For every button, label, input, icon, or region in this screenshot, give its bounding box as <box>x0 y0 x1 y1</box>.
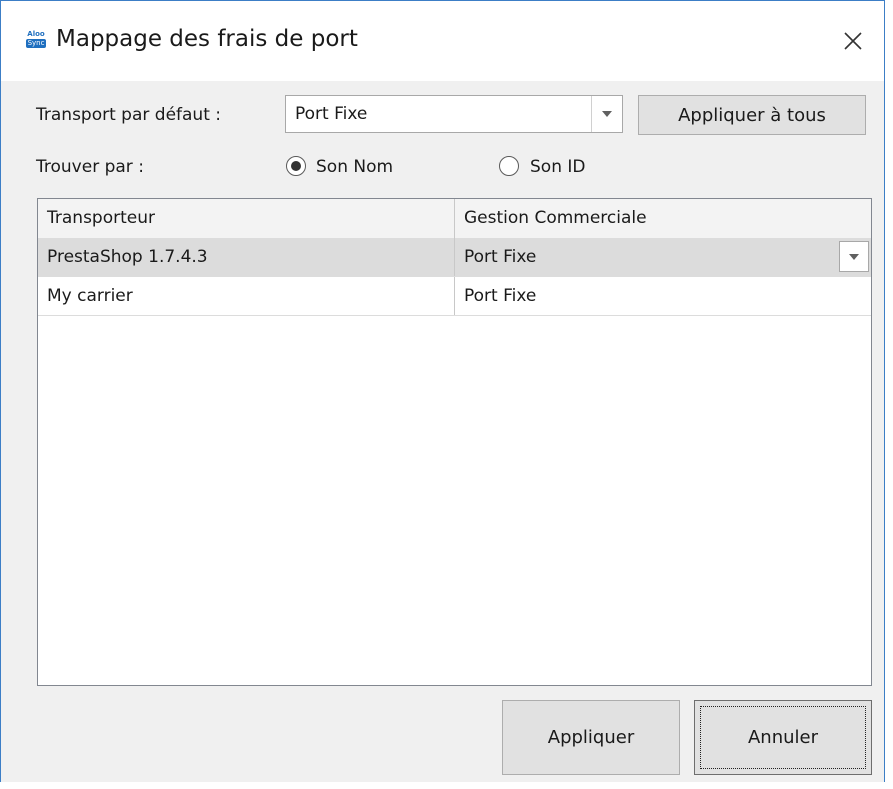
default-transport-select[interactable]: Port Fixe <box>285 95 623 133</box>
carrier-cell: PrestaShop 1.7.4.3 <box>47 247 208 267</box>
radio-selected-dot <box>291 161 301 171</box>
chevron-down-icon[interactable] <box>839 241 869 272</box>
radio-by-id-label[interactable]: Son ID <box>530 157 585 177</box>
table-header: Transporteur Gestion Commerciale <box>38 199 871 239</box>
column-header-carrier[interactable]: Transporteur <box>47 208 155 228</box>
logo-text-bottom: Sync <box>25 38 47 48</box>
column-divider <box>454 277 455 315</box>
find-by-label: Trouver par : <box>36 157 144 177</box>
table-row[interactable]: PrestaShop 1.7.4.3 Port Fixe <box>38 238 871 277</box>
carrier-mapping-table: Transporteur Gestion Commerciale PrestaS… <box>37 198 872 686</box>
radio-by-name-label[interactable]: Son Nom <box>316 157 393 177</box>
close-icon[interactable] <box>841 29 865 53</box>
apply-all-button[interactable]: Appliquer à tous <box>638 95 866 135</box>
dialog-window: Aloo Sync Mappage des frais de port Tran… <box>0 0 885 782</box>
default-transport-label: Transport par défaut : <box>36 105 221 125</box>
cancel-button[interactable]: Annuler <box>694 700 872 775</box>
window-title: Mappage des frais de port <box>56 26 358 52</box>
column-divider <box>454 238 455 276</box>
app-logo-icon: Aloo Sync <box>25 28 47 50</box>
table-row[interactable]: My carrier Port Fixe <box>38 277 871 316</box>
mapping-cell[interactable]: Port Fixe <box>464 247 536 267</box>
radio-by-name[interactable] <box>286 156 306 176</box>
logo-text-top: Aloo <box>27 29 45 38</box>
column-header-mapping[interactable]: Gestion Commerciale <box>464 208 647 228</box>
default-transport-value: Port Fixe <box>295 104 368 124</box>
chevron-down-icon[interactable] <box>591 96 622 132</box>
radio-by-id[interactable] <box>499 156 519 176</box>
focus-rectangle <box>700 706 866 769</box>
title-bar: Aloo Sync Mappage des frais de port <box>1 1 884 81</box>
mapping-cell[interactable]: Port Fixe <box>464 286 536 306</box>
column-divider <box>454 199 455 238</box>
carrier-cell: My carrier <box>47 286 133 306</box>
apply-button[interactable]: Appliquer <box>502 700 680 775</box>
